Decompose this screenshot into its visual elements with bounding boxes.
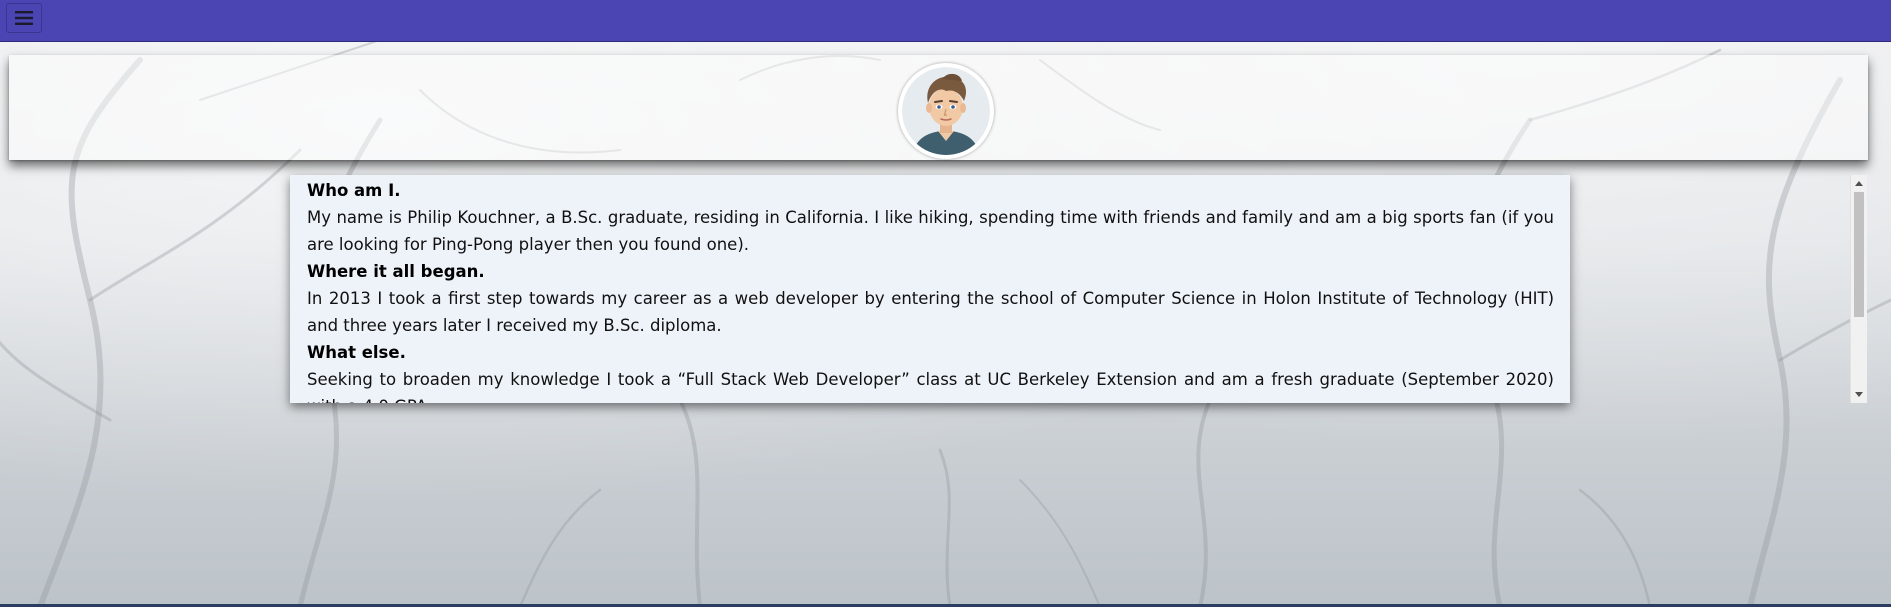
section-heading-else: What else. [307, 343, 406, 362]
scroll-thumb[interactable] [1854, 192, 1864, 317]
avatar-portrait-icon [902, 67, 990, 155]
section-heading-who: Who am I. [307, 181, 401, 200]
about-me-content: Who am I. My name is Philip Kouchner, a … [290, 175, 1570, 403]
menu-toggle-button[interactable] [6, 3, 42, 33]
section-heading-began: Where it all began. [307, 262, 485, 281]
about-scrollbar[interactable] [1850, 175, 1867, 403]
about-me-card: Who am I. My name is Philip Kouchner, a … [290, 175, 1570, 403]
avatar [898, 63, 994, 159]
top-navigation-bar [0, 0, 1891, 42]
section-text-else: Seeking to broaden my knowledge I took a… [307, 370, 1554, 403]
scroll-up-arrow-icon[interactable] [1851, 175, 1867, 191]
section-text-who: My name is Philip Kouchner, a B.Sc. grad… [307, 208, 1554, 254]
hamburger-menu-icon [15, 11, 33, 25]
section-text-began: In 2013 I took a first step towards my c… [307, 289, 1554, 335]
scroll-down-arrow-icon[interactable] [1851, 387, 1867, 403]
